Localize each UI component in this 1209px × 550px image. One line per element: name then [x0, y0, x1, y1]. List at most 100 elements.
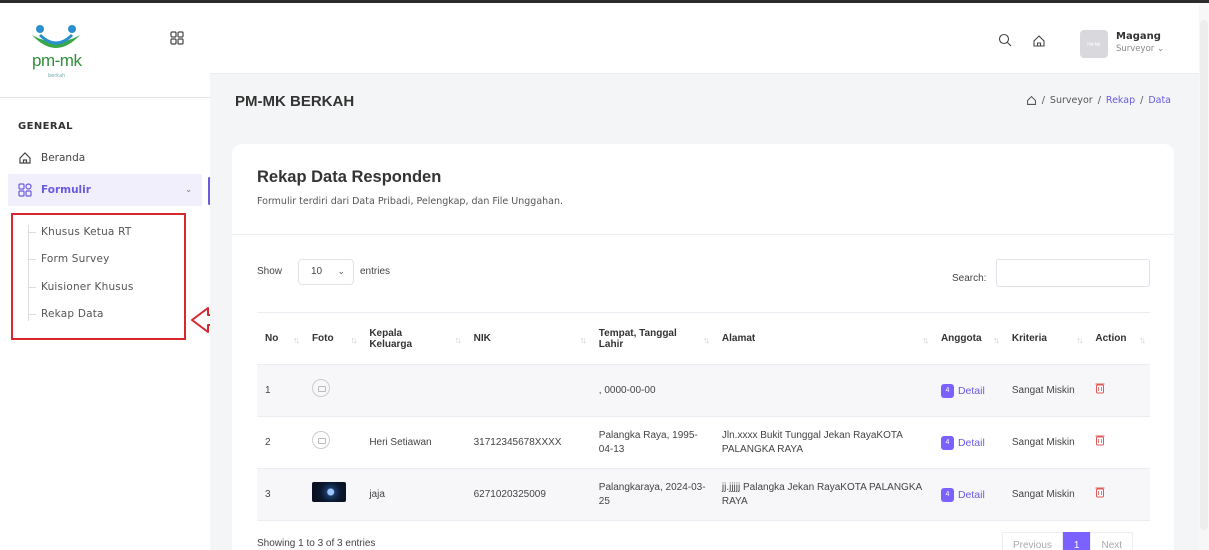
detail-link[interactable]: 4 Detail	[940, 487, 985, 502]
detail-link[interactable]: 4 Detail	[940, 435, 985, 450]
sort-icon: ↑↓	[292, 335, 300, 345]
trash-icon[interactable]	[1095, 382, 1105, 394]
search-label: Search:	[952, 273, 987, 284]
cell-kriteria: Sangat Miskin	[1003, 416, 1088, 469]
chevron-down-icon: ⌄	[185, 185, 192, 194]
home-icon[interactable]	[1032, 34, 1046, 48]
cell-kepala-keluarga: Heri Setiawan	[361, 416, 466, 469]
chevron-down-icon: ⌄	[337, 266, 345, 276]
cell-foto	[303, 468, 362, 521]
column-header-kepala-keluarga[interactable]: Kepala Keluarga ↑↓	[361, 312, 466, 365]
respondent-photo	[311, 482, 346, 503]
cell-kriteria: Sangat Miskin	[1003, 364, 1088, 417]
user-name[interactable]: Magang	[1116, 31, 1161, 42]
scrollbar-thumb[interactable]	[1200, 20, 1208, 530]
detail-label: Detail	[957, 488, 985, 501]
trash-icon[interactable]	[1095, 434, 1105, 446]
logo-subtext: berkah	[48, 73, 66, 79]
trash-icon[interactable]	[1095, 486, 1105, 498]
breadcrumb: / Surveyor / Rekap / Data	[1026, 95, 1171, 106]
sort-icon: ↑↓	[350, 335, 357, 345]
table-row: 1 , 0000-00-00 4 Detail Sangat Miskin	[257, 364, 1150, 417]
cell-nik: 31712345678XXXX	[465, 416, 591, 469]
length-label: Show	[257, 266, 283, 277]
top-header: PM-MK Magang Surveyor ⌄	[210, 3, 1199, 74]
cell-foto	[303, 416, 362, 469]
column-header-foto[interactable]: Foto ↑↓	[303, 312, 362, 365]
breadcrumb-item[interactable]: Rekap	[1106, 95, 1135, 106]
responden-table: No ↑↓ Foto ↑↓ Kepala Keluarga ↑↓ NIK ↑↓ Temp…	[257, 312, 1150, 521]
cell-action	[1087, 468, 1150, 521]
sort-icon: ↑↓	[921, 335, 929, 345]
previous-button[interactable]: Previous	[1002, 532, 1063, 550]
search-icon[interactable]	[998, 33, 1012, 47]
chevron-down-icon: ⌄	[1156, 44, 1165, 54]
column-header-label: Alamat	[721, 333, 756, 344]
member-count-badge: 4	[940, 435, 954, 450]
user-role[interactable]: Surveyor ⌄	[1116, 44, 1164, 54]
breadcrumb-item: Data	[1148, 95, 1171, 106]
card-subtitle: Formulir terdiri dari Data Pribadi, Pele…	[257, 196, 564, 207]
breadcrumb-separator: /	[1140, 95, 1144, 106]
detail-link[interactable]: 4 Detail	[940, 383, 985, 398]
column-header-action[interactable]: Action ↑↓	[1087, 312, 1150, 365]
table-row: 2 Heri Setiawan 31712345678XXXX Palangka…	[257, 416, 1150, 469]
page-title: PM-MK BERKAH	[235, 93, 355, 110]
sort-icon: ↑↓	[992, 335, 1000, 345]
column-header-label: No	[265, 333, 279, 344]
column-header-label: NIK	[473, 333, 491, 344]
cell-no: 2	[257, 416, 304, 469]
detail-label: Detail	[957, 384, 985, 397]
column-header-ttl[interactable]: Tempat, Tanggal Lahir ↑↓	[590, 312, 714, 365]
cell-kepala-keluarga: jaja	[361, 468, 466, 521]
cell-alamat: Jln.xxxx Bukit Tunggal Jekan RayaKOTA PA…	[713, 416, 933, 469]
sidebar-item-beranda[interactable]: Beranda	[18, 151, 85, 165]
column-header-label: Kepala Keluarga	[369, 327, 413, 350]
home-icon	[19, 152, 31, 164]
sort-icon: ↑↓	[1076, 335, 1083, 345]
column-header-anggota[interactable]: Anggota ↑↓	[932, 312, 1004, 365]
sidebar-item-formulir[interactable]: Formulir ⌄	[8, 174, 202, 206]
sidebar-item-label: Beranda	[41, 152, 86, 164]
pagination: Previous 1 Next	[1002, 532, 1134, 550]
grid-menu-icon[interactable]	[170, 31, 184, 45]
column-header-label: Foto	[311, 333, 334, 344]
sort-icon: ↑↓	[702, 335, 710, 345]
annotation-highlight-box	[11, 213, 186, 340]
sidebar: pm-mk berkah GENERAL Beranda Formulir ⌄ …	[0, 3, 233, 550]
column-header-kriteria[interactable]: Kriteria ↑↓	[1003, 312, 1088, 365]
entries-per-page-value: 10	[311, 266, 323, 277]
column-header-label: Action	[1095, 333, 1127, 344]
cell-ttl: Palangka Raya, 1995-04-13	[590, 416, 714, 469]
entries-per-page-select[interactable]: 10 ⌄	[298, 259, 354, 285]
photo-placeholder-icon	[311, 379, 330, 398]
detail-label: Detail	[957, 436, 985, 449]
cell-no: 1	[257, 364, 304, 417]
member-count-badge: 4	[940, 383, 954, 398]
main-area: PM-MK Magang Surveyor ⌄ PM-MK BERKAH / S…	[210, 3, 1199, 550]
divider	[232, 234, 1174, 235]
cell-alamat: jj.jjjjj Palangka Jekan RayaKOTA PALANGK…	[713, 468, 933, 521]
breadcrumb-separator: /	[1097, 95, 1101, 106]
cell-no: 3	[257, 468, 304, 521]
cell-nik	[465, 364, 591, 417]
column-header-label: Kriteria	[1011, 333, 1047, 344]
column-header-nik[interactable]: NIK ↑↓	[465, 312, 591, 365]
search-input[interactable]	[996, 259, 1150, 287]
home-icon[interactable]	[1026, 95, 1037, 106]
next-button[interactable]: Next	[1090, 532, 1134, 550]
cell-nik: 6271020325009	[465, 468, 591, 521]
cell-action	[1087, 416, 1150, 469]
column-header-alamat[interactable]: Alamat ↑↓	[713, 312, 933, 365]
logo-area: pm-mk berkah	[0, 3, 210, 98]
page-1-button[interactable]: 1	[1062, 532, 1091, 550]
sidebar-section-general: GENERAL	[18, 121, 73, 132]
avatar[interactable]: PM-MK	[1080, 30, 1108, 58]
data-card: Rekap Data Responden Formulir terdiri da…	[232, 144, 1174, 550]
cell-kriteria: Sangat Miskin	[1003, 468, 1088, 521]
cell-foto	[303, 364, 362, 417]
sort-icon: ↑↓	[579, 335, 587, 345]
breadcrumb-item[interactable]: Surveyor	[1050, 95, 1093, 106]
cell-alamat	[713, 364, 933, 417]
column-header-no[interactable]: No ↑↓	[257, 312, 304, 365]
